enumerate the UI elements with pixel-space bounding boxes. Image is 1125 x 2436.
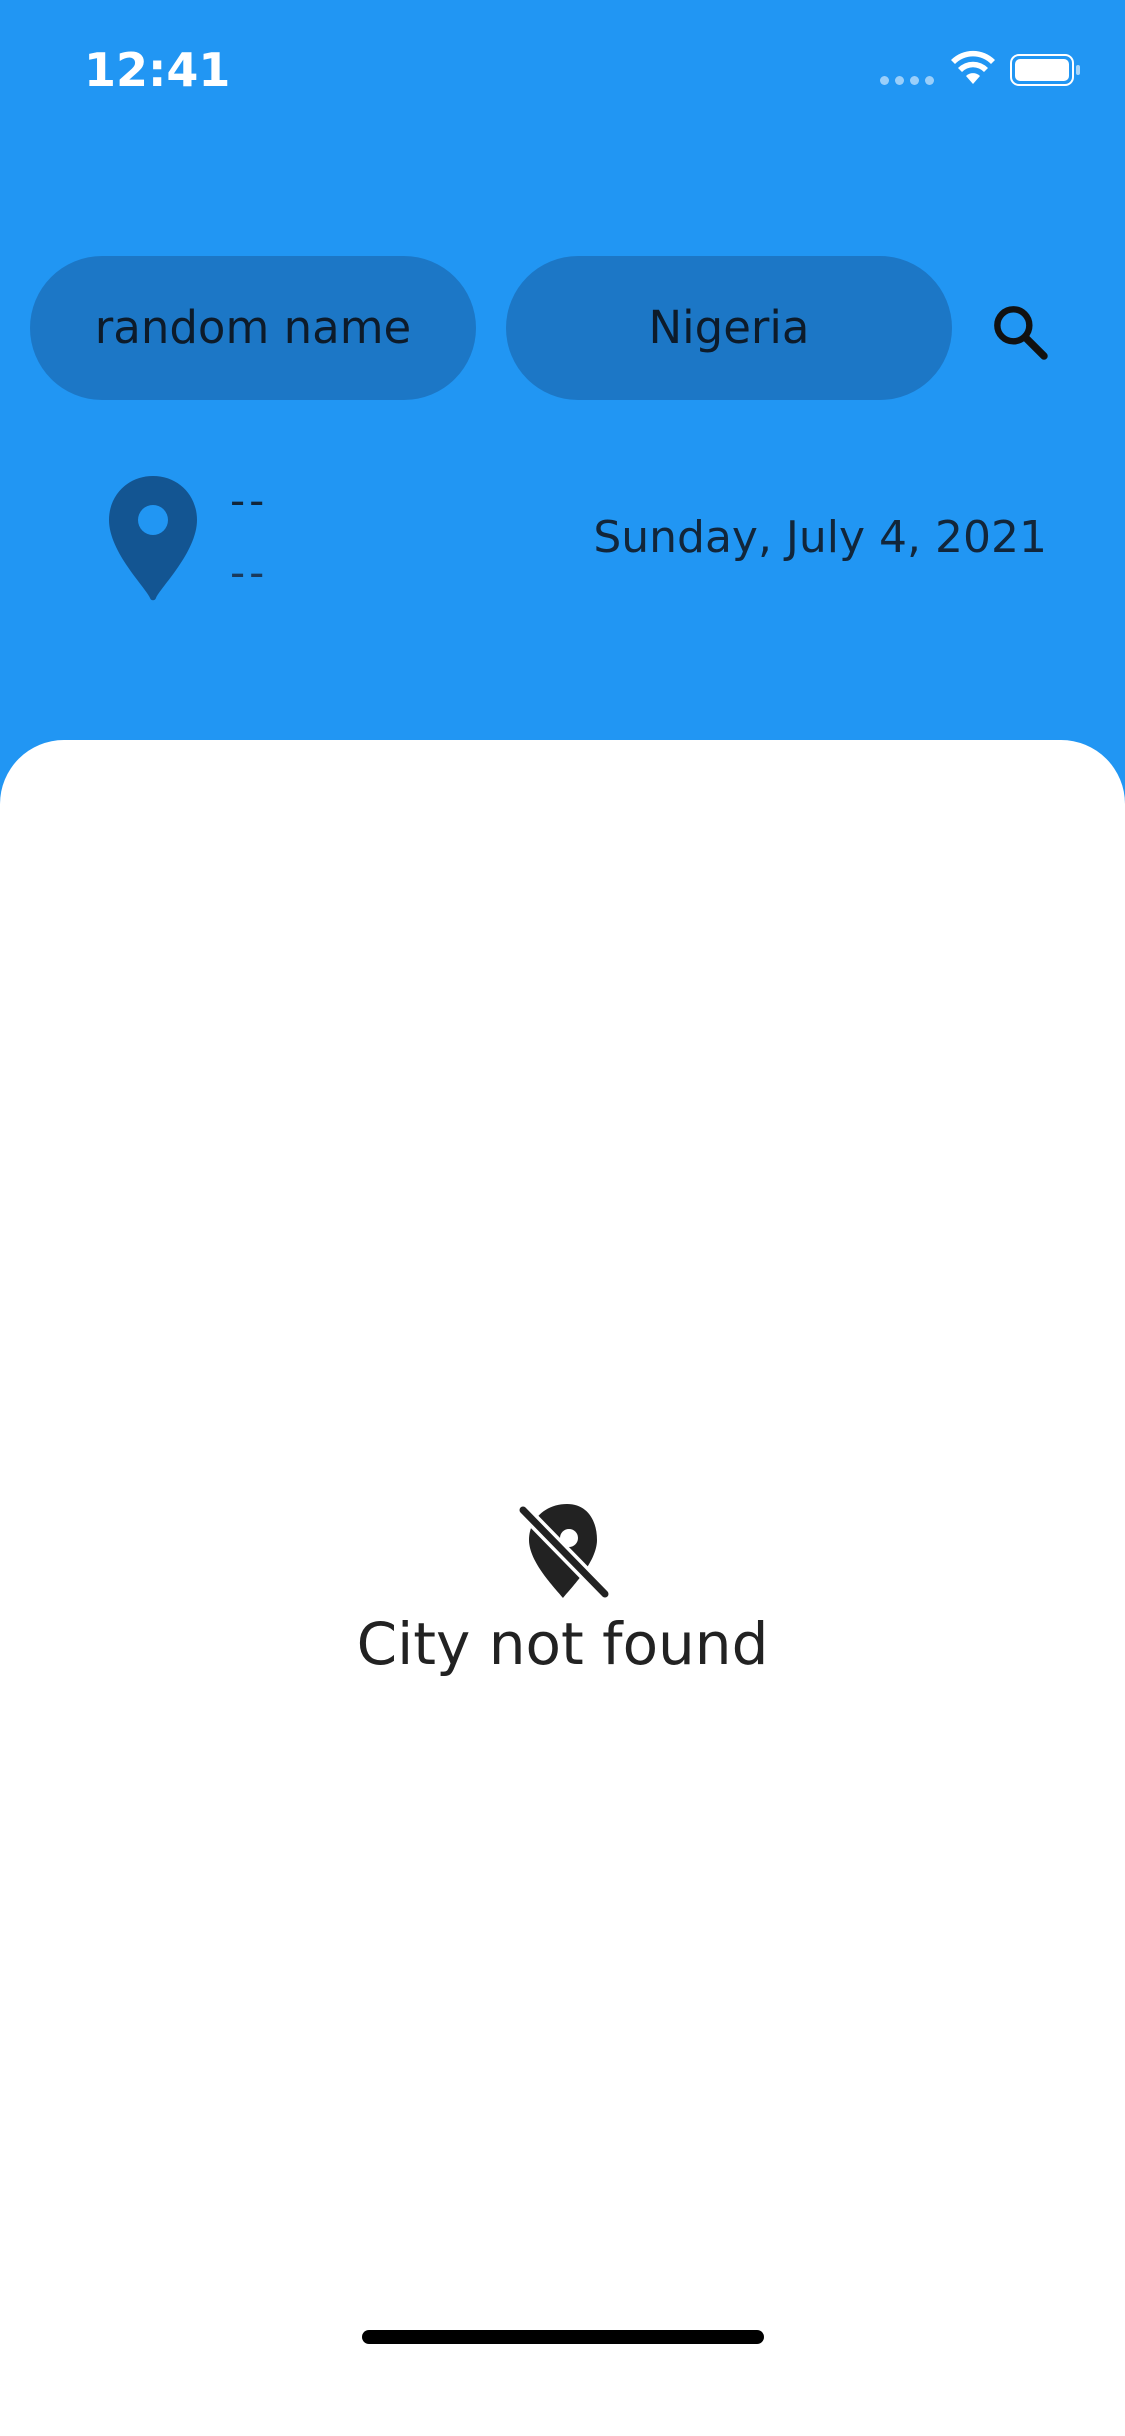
country-value: --: [230, 548, 269, 597]
home-indicator[interactable]: [362, 2330, 764, 2344]
battery-icon: [1010, 54, 1080, 86]
status-time: 12:41: [84, 43, 231, 97]
location-row: -- -- Sunday, July 4, 2021: [0, 470, 1125, 610]
empty-state: City not found: [0, 1500, 1125, 1680]
city-value: --: [230, 476, 269, 525]
status-bar: 12:41: [0, 0, 1125, 140]
city-not-found-message: City not found: [356, 1610, 769, 1678]
current-date: Sunday, July 4, 2021: [593, 512, 1047, 563]
content-card: City not found: [0, 740, 1125, 2436]
signal-icon: [880, 76, 934, 85]
search-icon[interactable]: [988, 300, 1052, 364]
wifi-icon: [951, 50, 995, 84]
location-off-icon: [515, 1503, 611, 1600]
location-pin-icon: [109, 476, 197, 601]
country-input[interactable]: [506, 256, 952, 400]
city-name-input[interactable]: [30, 256, 476, 400]
search-row: [0, 256, 1125, 400]
